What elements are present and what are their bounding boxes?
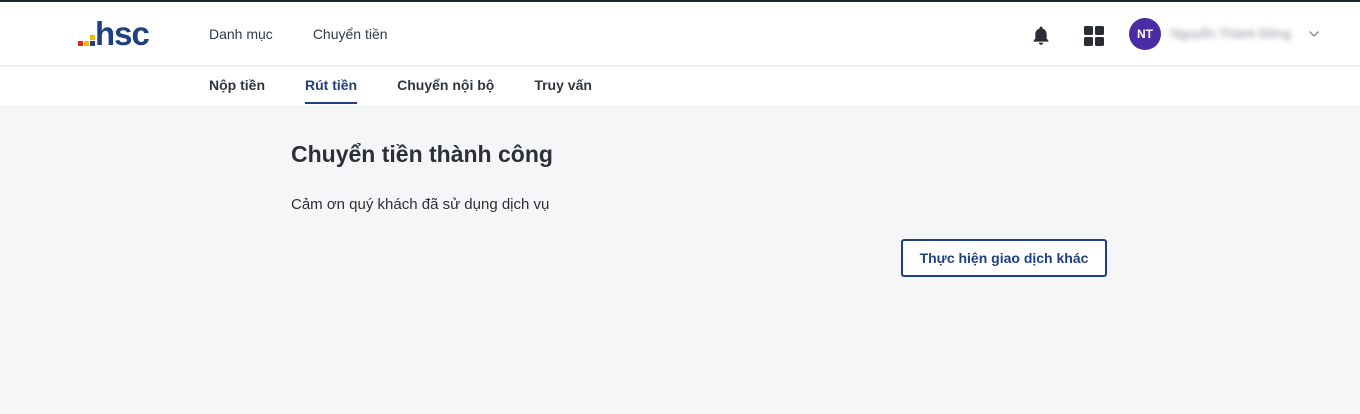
grid-cell [1095, 37, 1104, 46]
tab-rut-tien[interactable]: Rút tiền [305, 67, 358, 105]
app-header: hsc Danh mục Chuyển tiền NT Nguyễn Thành… [0, 2, 1360, 66]
nav-item-chuyen-tien[interactable]: Chuyển tiền [313, 26, 388, 42]
apps-grid-icon[interactable] [1084, 26, 1104, 46]
grid-cell [1095, 26, 1104, 35]
grid-cell [1084, 37, 1093, 46]
nav-item-danh-muc[interactable]: Danh mục [209, 26, 273, 42]
tab-truy-van[interactable]: Truy vấn [534, 67, 592, 105]
logo-dot-yellow [84, 41, 89, 46]
main-nav: Danh mục Chuyển tiền [209, 2, 388, 66]
hsc-logo[interactable]: hsc [78, 15, 164, 52]
logo-dots [78, 28, 96, 46]
logo-dot-red [78, 41, 83, 46]
user-name[interactable]: Nguyễn Thành Đồng [1171, 26, 1291, 41]
chevron-down-icon[interactable] [1306, 26, 1322, 42]
tab-nop-tien[interactable]: Nộp tiền [209, 67, 265, 105]
sub-navigation: Nộp tiền Rút tiền Chuyển nội bộ Truy vấn [0, 67, 1360, 105]
bell-icon[interactable] [1030, 24, 1052, 46]
logo-wordmark: hsc [95, 15, 150, 52]
user-avatar[interactable]: NT [1129, 18, 1161, 50]
page-title: Chuyển tiền thành công [291, 141, 553, 167]
new-transaction-button[interactable]: Thực hiện giao dịch khác [901, 239, 1107, 277]
subnav-tabs: Nộp tiền Rút tiền Chuyển nội bộ Truy vấn [209, 67, 592, 105]
grid-cell [1084, 26, 1093, 35]
tab-chuyen-noi-bo[interactable]: Chuyển nội bộ [397, 67, 494, 105]
success-message: Cảm ơn quý khách đã sử dụng dịch vụ [291, 196, 550, 213]
main-content: Chuyển tiền thành công Cảm ơn quý khách … [291, 140, 1111, 277]
